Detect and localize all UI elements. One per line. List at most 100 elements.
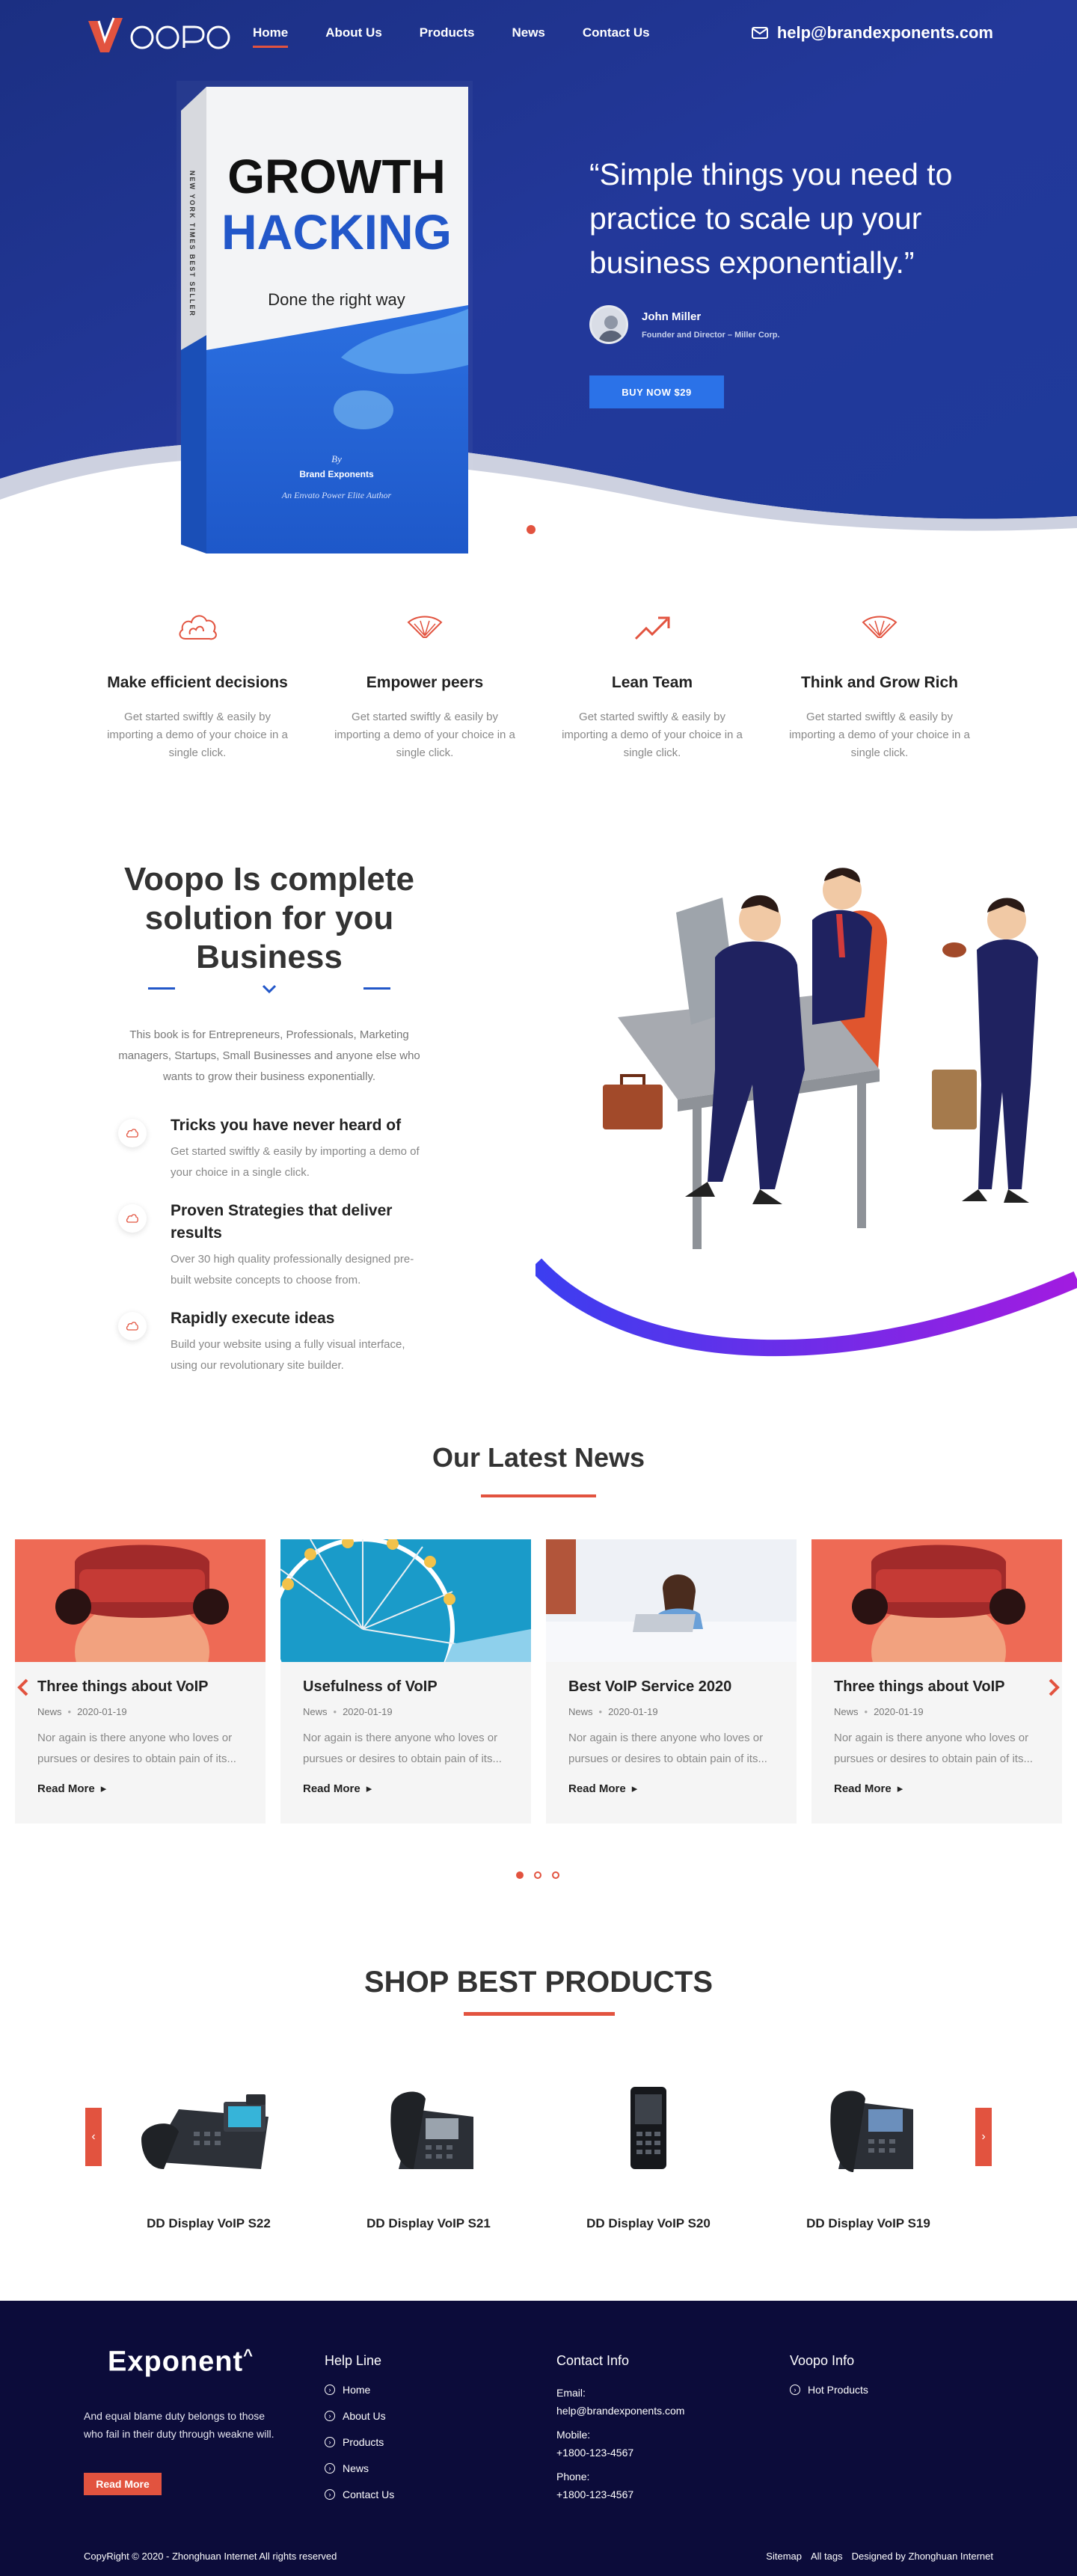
product-item[interactable]: DD Display VoIP S21 bbox=[319, 2079, 538, 2231]
mobile-phone-icon bbox=[630, 2087, 666, 2169]
chevron-right-icon: › bbox=[325, 2463, 335, 2474]
news-card-title[interactable]: Three things about VoIP bbox=[37, 1678, 243, 1696]
site-footer: Exponent^ And equal blame duty belongs t… bbox=[0, 2301, 1077, 2576]
read-more-link[interactable]: Read More ▸ bbox=[37, 1782, 243, 1796]
book-title-line1: GROWTH bbox=[227, 150, 446, 203]
footer-link-hot-products[interactable]: › Hot Products bbox=[790, 2384, 868, 2396]
hero-section: Home About Us Products News Contact Us h… bbox=[0, 0, 1077, 568]
news-category[interactable]: News bbox=[568, 1706, 593, 1717]
buy-now-button[interactable]: BUY NOW $29 bbox=[589, 375, 724, 408]
feature-item: Empower peers Get started swiftly & easi… bbox=[311, 606, 538, 762]
feature-text: Get started swiftly & easily by importin… bbox=[107, 711, 288, 759]
footer-read-more-button[interactable]: Read More bbox=[84, 2473, 162, 2495]
news-title-underline bbox=[481, 1494, 596, 1497]
product-name[interactable]: DD Display VoIP S19 bbox=[758, 2216, 978, 2231]
feature-item: Make efficient decisions Get started swi… bbox=[84, 606, 311, 762]
caret-right-icon: ▸ bbox=[100, 1782, 107, 1795]
read-more-link[interactable]: Read More ▸ bbox=[834, 1782, 1040, 1796]
news-card[interactable]: Usefulness of VoIP News • 2020-01-19 Nor a… bbox=[280, 1539, 531, 1824]
news-category[interactable]: News bbox=[303, 1706, 328, 1717]
nav-link-home[interactable]: Home bbox=[253, 25, 289, 48]
about-item-title: Rapidly execute ideas bbox=[171, 1310, 335, 1327]
meta-separator: • bbox=[67, 1706, 72, 1717]
news-card-title[interactable]: Three things about VoIP bbox=[834, 1678, 1040, 1696]
footer-link-products[interactable]: › Products bbox=[325, 2436, 394, 2448]
feature-text: Get started swiftly & easily by importin… bbox=[562, 711, 743, 759]
shop-title-underline bbox=[464, 2012, 615, 2016]
news-page-dot-2[interactable] bbox=[534, 1871, 541, 1879]
news-card-title[interactable]: Usefulness of VoIP bbox=[303, 1678, 509, 1696]
product-name[interactable]: DD Display VoIP S20 bbox=[538, 2216, 758, 2231]
footer-info-column: Voopo Info › Hot Products bbox=[790, 2353, 868, 2410]
cloud-icon bbox=[118, 1204, 147, 1233]
chevron-right-icon: › bbox=[325, 2489, 335, 2500]
footer-help-title: Help Line bbox=[325, 2353, 382, 2368]
hero-slider-dot[interactable] bbox=[527, 525, 536, 534]
footer-mobile: Mobile: +1800-123-4567 bbox=[556, 2429, 634, 2459]
news-category[interactable]: News bbox=[834, 1706, 859, 1717]
news-prev-arrow-icon[interactable] bbox=[16, 1678, 31, 1696]
news-image-vr-headset[interactable] bbox=[811, 1539, 1062, 1662]
news-image-woman-laptop[interactable] bbox=[546, 1539, 797, 1662]
read-more-link[interactable]: Read More ▸ bbox=[568, 1782, 774, 1796]
news-carousel: Three things about VoIP News • 2020-01-19 … bbox=[15, 1539, 1062, 1824]
footer-logo[interactable]: Exponent^ bbox=[108, 2346, 254, 2379]
about-description: This book is for Entrepreneurs, Professi… bbox=[118, 1028, 420, 1083]
footer-link-designer[interactable]: Designed by Zhonghuan Internet bbox=[852, 2551, 993, 2562]
header-email-text: help@brandexponents.com bbox=[776, 23, 993, 42]
news-next-arrow-icon[interactable] bbox=[1046, 1678, 1061, 1696]
footer-email-link[interactable]: help@brandexponents.com bbox=[556, 2402, 684, 2420]
list-item: Tricks you have never heard of Get start… bbox=[118, 1114, 432, 1183]
news-excerpt: Nor again is there anyone who loves or p… bbox=[834, 1732, 1033, 1765]
nav-link-about-us[interactable]: About Us bbox=[325, 25, 382, 40]
feature-title: Lean Team bbox=[611, 674, 693, 691]
footer-link-contact-us[interactable]: › Contact Us bbox=[325, 2488, 394, 2500]
news-date: 2020-01-19 bbox=[343, 1706, 393, 1717]
news-card[interactable]: Best VoIP Service 2020 News • 2020-01-19 N… bbox=[546, 1539, 797, 1824]
news-card-title[interactable]: Best VoIP Service 2020 bbox=[568, 1678, 774, 1696]
product-name[interactable]: DD Display VoIP S21 bbox=[319, 2216, 538, 2231]
hero-author: John Miller Founder and Director – Mille… bbox=[589, 305, 780, 344]
about-title: Voopo Is complete solution for you Busin… bbox=[124, 861, 414, 975]
news-card[interactable]: Three things about VoIP News • 2020-01-19 … bbox=[15, 1539, 266, 1824]
footer-contact-title: Contact Info bbox=[556, 2353, 630, 2368]
product-name[interactable]: DD Display VoIP S22 bbox=[99, 2216, 319, 2231]
news-card[interactable]: Three things about VoIP News • 2020-01-19 … bbox=[811, 1539, 1062, 1824]
news-page-dot-3[interactable] bbox=[552, 1871, 559, 1879]
news-section-title: Our Latest News bbox=[432, 1442, 645, 1473]
header-email-link[interactable]: help@brandexponents.com bbox=[751, 23, 993, 43]
footer-link-home[interactable]: › Home bbox=[325, 2384, 394, 2396]
footer-link-about-us[interactable]: › About Us bbox=[325, 2410, 394, 2422]
product-item[interactable]: DD Display VoIP S19 bbox=[758, 2079, 978, 2231]
about-item-text: Over 30 high quality professionally desi… bbox=[171, 1253, 414, 1287]
news-excerpt: Nor again is there anyone who loves or p… bbox=[568, 1732, 767, 1765]
nav-link-products[interactable]: Products bbox=[420, 25, 475, 40]
footer-link-news[interactable]: › News bbox=[325, 2462, 394, 2474]
chevron-right-icon: › bbox=[981, 2130, 986, 2143]
product-item[interactable]: DD Display VoIP S22 bbox=[99, 2079, 319, 2231]
news-image-ferris-wheel[interactable] bbox=[280, 1539, 531, 1662]
page: Home About Us Products News Contact Us h… bbox=[0, 0, 1077, 2576]
chevron-right-icon: › bbox=[325, 2411, 335, 2421]
trend-up-icon bbox=[634, 616, 670, 640]
chevron-right-icon: › bbox=[790, 2385, 800, 2395]
nav-link-news[interactable]: News bbox=[512, 25, 544, 40]
footer-phone: Phone: +1800-123-4567 bbox=[556, 2471, 634, 2500]
about-item-title: Tricks you have never heard of bbox=[171, 1117, 402, 1134]
footer-help-column: Help Line › Home › About Us › Products › New… bbox=[325, 2353, 394, 2515]
list-item: Rapidly execute ideas Build your website… bbox=[118, 1307, 432, 1376]
news-page-dot-1[interactable] bbox=[516, 1871, 524, 1879]
chevron-left-icon: ‹ bbox=[91, 2130, 96, 2143]
business-team-illustration bbox=[536, 868, 1077, 1357]
footer-email: Email: help@brandexponents.com bbox=[556, 2384, 684, 2420]
news-category[interactable]: News bbox=[37, 1706, 62, 1717]
book-by: By bbox=[331, 453, 342, 464]
read-more-link[interactable]: Read More ▸ bbox=[303, 1782, 509, 1796]
feature-text: Get started swiftly & easily by importin… bbox=[789, 711, 970, 759]
voopo-logo[interactable] bbox=[84, 10, 233, 58]
product-item[interactable]: DD Display VoIP S20 bbox=[538, 2079, 758, 2231]
footer-link-sitemap[interactable]: Sitemap bbox=[766, 2551, 802, 2562]
nav-link-contact-us[interactable]: Contact Us bbox=[583, 25, 650, 40]
news-image-vr-headset[interactable] bbox=[15, 1539, 266, 1662]
footer-link-all-tags[interactable]: All tags bbox=[811, 2551, 843, 2562]
